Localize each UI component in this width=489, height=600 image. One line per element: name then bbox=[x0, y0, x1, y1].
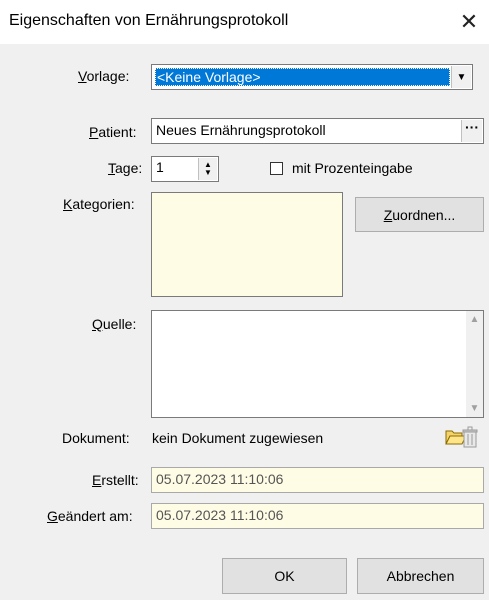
patient-browse-button[interactable]: ··· bbox=[461, 120, 482, 142]
title-bar: Eigenschaften von Ernährungsprotokoll ✕ bbox=[0, 0, 489, 44]
patient-field[interactable]: Neues Ernährungsprotokoll ··· bbox=[151, 118, 484, 144]
cancel-button[interactable]: Abbrechen bbox=[357, 558, 484, 594]
erstellt-field: 05.07.2023 11:10:06 bbox=[151, 467, 484, 493]
zuordnen-button[interactable]: Zuordnen... bbox=[355, 197, 484, 232]
erstellt-label: Erstellt: bbox=[92, 472, 139, 488]
kategorien-list[interactable] bbox=[151, 192, 343, 297]
quelle-label: Quelle: bbox=[92, 316, 137, 332]
vorlage-label: Vorlage: bbox=[78, 68, 130, 84]
tage-value: 1 bbox=[156, 159, 164, 175]
kategorien-label: Kategorien: bbox=[63, 196, 135, 212]
trash-icon[interactable] bbox=[460, 426, 480, 448]
scroll-up-icon[interactable]: ▲ bbox=[466, 311, 483, 328]
scroll-down-icon[interactable]: ▼ bbox=[466, 400, 483, 417]
chevron-down-icon[interactable]: ▼ bbox=[451, 66, 471, 88]
patient-label: Patient: bbox=[89, 124, 137, 140]
geaendert-field: 05.07.2023 11:10:06 bbox=[151, 503, 484, 529]
patient-value: Neues Ernährungsprotokoll bbox=[156, 122, 326, 138]
tage-label: Tage: bbox=[108, 160, 143, 176]
vorlage-selected-value: <Keine Vorlage> bbox=[155, 68, 450, 86]
dokument-value: kein Dokument zugewiesen bbox=[152, 430, 324, 446]
vorlage-dropdown[interactable]: <Keine Vorlage> ▼ bbox=[151, 64, 473, 90]
prozent-checkbox[interactable] bbox=[270, 162, 283, 175]
geaendert-label: Geändert am: bbox=[47, 508, 133, 524]
close-button[interactable]: ✕ bbox=[452, 6, 486, 38]
prozent-label: mit Prozenteingabe bbox=[292, 160, 413, 176]
quelle-scrollbar[interactable]: ▲ ▼ bbox=[466, 311, 483, 417]
spin-buttons[interactable]: ▲ ▼ bbox=[198, 158, 217, 180]
dokument-label: Dokument: bbox=[62, 430, 130, 446]
tage-stepper[interactable]: 1 ▲ ▼ bbox=[151, 156, 219, 182]
quelle-textarea[interactable]: ▲ ▼ bbox=[151, 310, 484, 418]
spin-down-icon[interactable]: ▼ bbox=[204, 169, 212, 177]
ok-button[interactable]: OK bbox=[222, 558, 347, 594]
window-title: Eigenschaften von Ernährungsprotokoll bbox=[9, 12, 289, 29]
